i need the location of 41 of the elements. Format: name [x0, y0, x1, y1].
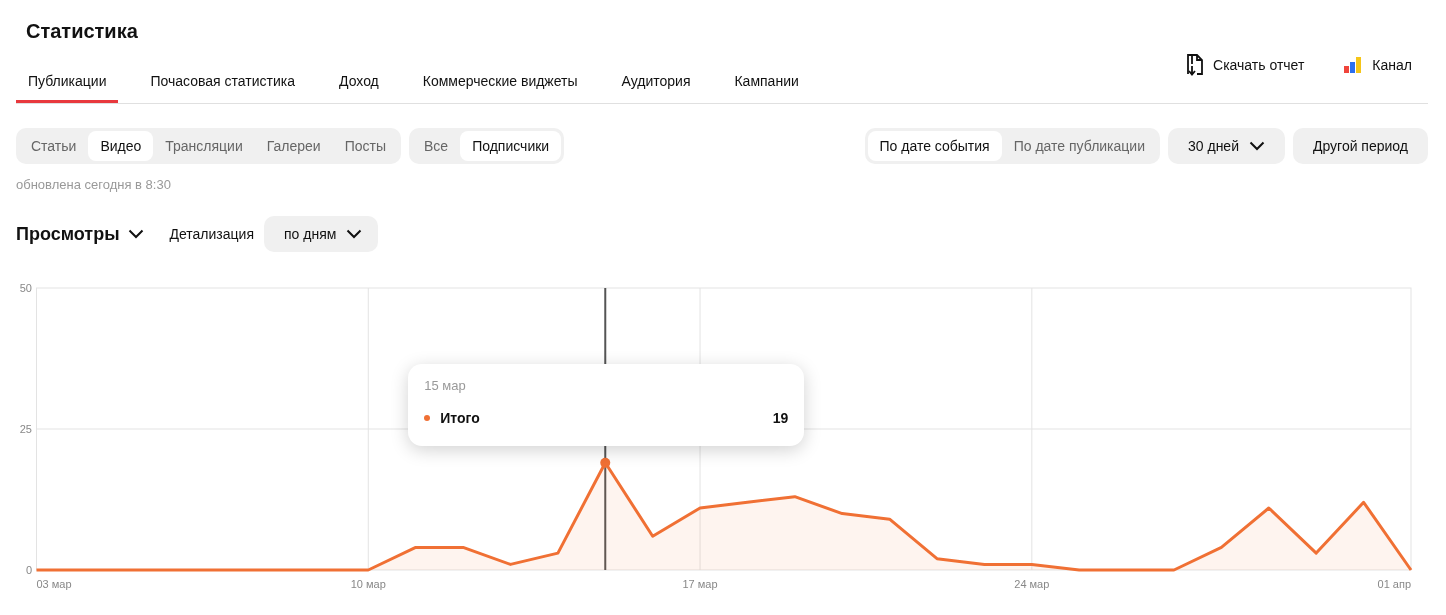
x-axis-label: 17 мар [682, 578, 718, 590]
content-type-option[interactable]: Трансляции [153, 131, 255, 161]
y-axis-label: 25 [19, 423, 32, 435]
content-type-option[interactable]: Видео [88, 131, 154, 161]
detail-dropdown[interactable]: по дням [264, 216, 379, 252]
download-report-button[interactable]: Скачать отчет [1187, 50, 1305, 80]
updated-note: обновлена сегодня в 8:30 [16, 177, 172, 192]
content-type-option[interactable]: Статьи [19, 131, 89, 161]
x-axis-label: 03 мар [36, 578, 72, 590]
nav-tab[interactable]: Публикации [16, 46, 119, 103]
tooltip-series-name: Итого [440, 410, 481, 426]
date-mode-option[interactable]: По дате события [867, 131, 1002, 161]
hover-point [600, 457, 611, 468]
nav-tab[interactable]: Кампании [722, 46, 811, 103]
x-axis-label: 24 мар [1014, 578, 1050, 590]
period-dropdown[interactable]: 30 дней [1168, 128, 1285, 164]
tooltip-value: 19 [772, 410, 789, 426]
audience-option[interactable]: Все [412, 131, 461, 161]
content-type-option[interactable]: Посты [332, 131, 399, 161]
detail-label: Детализация [169, 226, 254, 242]
y-axis-label: 50 [19, 282, 32, 294]
chevron-down-icon [127, 229, 144, 239]
date-mode-option[interactable]: По дате публикации [1001, 131, 1157, 161]
page-title: Статистика [25, 19, 139, 43]
chevron-down-icon [1248, 141, 1265, 151]
custom-period-button[interactable]: Другой период [1292, 128, 1428, 164]
chevron-down-icon [346, 229, 363, 239]
nav-tab[interactable]: Коммерческие виджеты [410, 46, 590, 103]
audience-option[interactable]: Подписчики [460, 131, 562, 161]
x-axis-label: 10 мар [350, 578, 386, 590]
y-axis-label: 0 [25, 564, 32, 576]
channel-button[interactable]: Канал [1344, 50, 1412, 80]
file-download-icon [1187, 54, 1204, 76]
x-axis-label: 01 апр [1377, 578, 1411, 590]
nav-tab[interactable]: Почасовая статистика [138, 46, 307, 103]
tooltip-date: 15 мар [424, 378, 467, 393]
metric-dropdown[interactable]: Просмотры [16, 223, 144, 245]
nav-tab[interactable]: Доход [327, 46, 391, 103]
nav-tab[interactable]: Аудитория [609, 46, 703, 103]
bar-chart-icon [1344, 57, 1363, 73]
content-type-option[interactable]: Галереи [254, 131, 333, 161]
